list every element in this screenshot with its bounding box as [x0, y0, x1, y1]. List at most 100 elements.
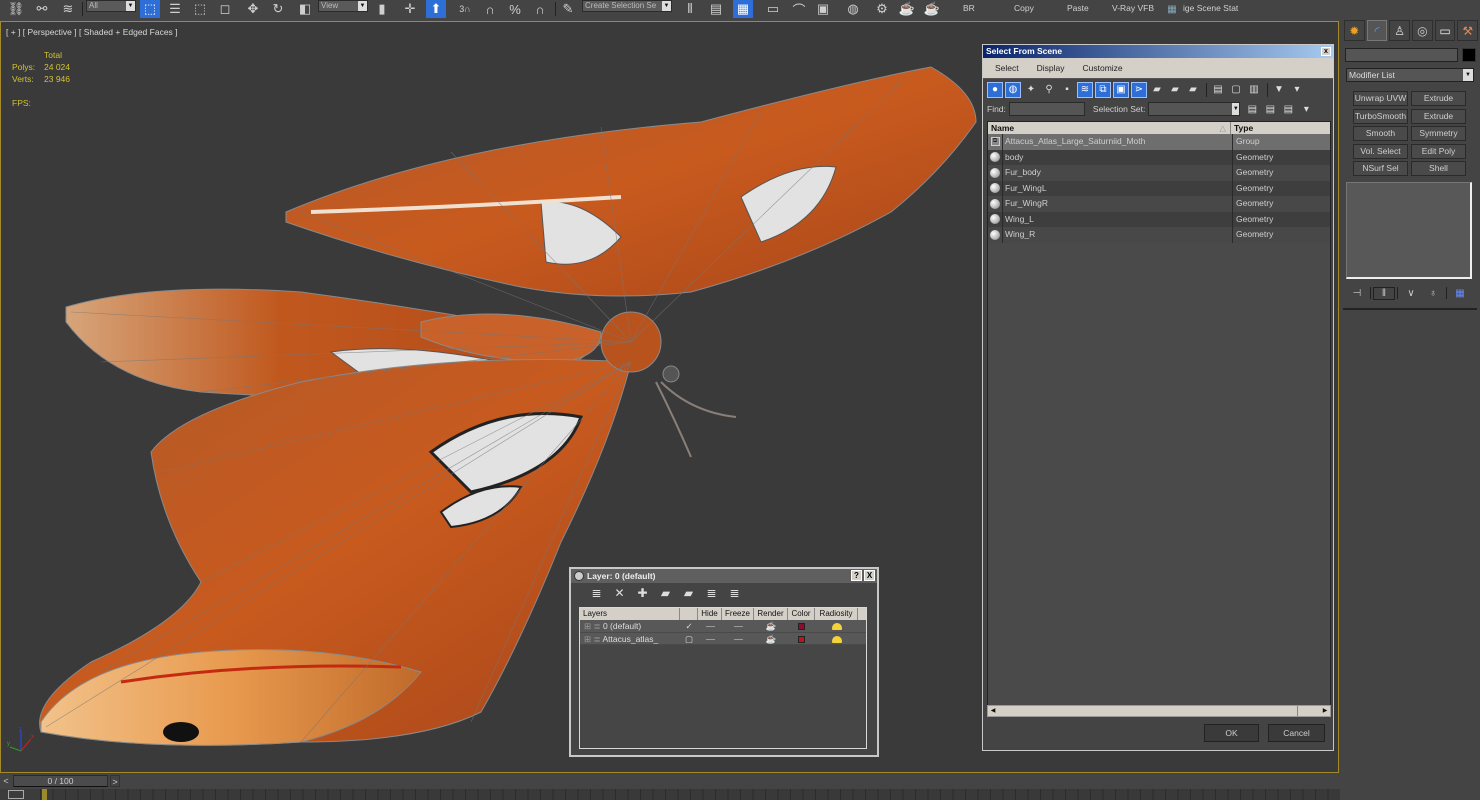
manage-scene-states-button[interactable]: ige Scene Stat	[1183, 3, 1238, 13]
track-bar[interactable]	[0, 789, 1340, 800]
display-hidden-icon[interactable]: ▰	[1185, 82, 1201, 98]
create-selection-set-icon[interactable]: ▤	[1244, 101, 1260, 117]
modifier-stack[interactable]	[1346, 182, 1472, 279]
add-to-selection-set-icon[interactable]: ▤	[1262, 101, 1278, 117]
select-all-icon[interactable]: ▤	[1210, 82, 1226, 98]
open-mini-curve-editor-icon[interactable]	[8, 790, 24, 799]
list-item[interactable]: Wing_R Geometry	[988, 227, 1330, 243]
menu-customize[interactable]: Customize	[1083, 63, 1123, 73]
object-color-swatch[interactable]	[1462, 48, 1476, 62]
list-item[interactable]: Wing_L Geometry	[988, 211, 1330, 227]
layer-row[interactable]: ⊞ ≣ Attacus_atlas_ ▢ ☕	[580, 632, 866, 645]
modifier-button-smooth[interactable]: Smooth	[1353, 126, 1408, 141]
modifier-button-vol-select[interactable]: Vol. Select	[1353, 143, 1408, 159]
select-none-icon[interactable]: ▢	[1228, 82, 1244, 98]
window-crossing-icon[interactable]: ◻	[215, 0, 235, 18]
layer-row[interactable]: ⊞ ≣ 0 (default) ✓ ☕	[580, 620, 866, 633]
display-groups-icon[interactable]: ⧉	[1095, 81, 1111, 98]
modifier-list-dropdown[interactable]: Modifier List ▼	[1346, 68, 1474, 82]
render-toggle[interactable]: ☕	[754, 633, 788, 645]
scroll-left-icon[interactable]: ◀	[988, 706, 998, 716]
rectangular-selection-icon[interactable]: ⬚	[190, 0, 210, 18]
layer-color-swatch[interactable]	[788, 633, 815, 645]
modifier-button-unwrap-uvw[interactable]: Unwrap UVW	[1353, 91, 1408, 106]
menu-display[interactable]: Display	[1037, 63, 1065, 73]
make-unique-icon[interactable]: ∨	[1400, 288, 1422, 299]
next-frame-button[interactable]: >	[110, 775, 120, 787]
current-layer-toggle[interactable]: ✓	[680, 620, 698, 632]
hide-all-layers-icon[interactable]: ≣	[700, 586, 723, 600]
column-current[interactable]	[680, 608, 698, 620]
modifier-button-extrude[interactable]: Extrude	[1411, 108, 1466, 124]
hide-toggle[interactable]	[698, 633, 722, 645]
expand-layer-icon[interactable]: ⊞ ≣	[584, 621, 603, 631]
select-invert-icon[interactable]: ▥	[1246, 82, 1262, 98]
move-icon[interactable]: ✥	[243, 0, 263, 18]
object-name-field[interactable]	[1345, 48, 1458, 62]
render-production-icon[interactable]: ☕	[922, 0, 942, 18]
modifier-button-nsurf-sel[interactable]: NSurf Sel	[1353, 161, 1408, 176]
column-hide[interactable]: Hide	[698, 608, 722, 620]
named-selection-sets-dropdown[interactable]: Create Selection Se ▼	[582, 0, 672, 12]
layer-name[interactable]: ⊞ ≣ Attacus_atlas_	[580, 633, 680, 645]
add-to-layer-icon[interactable]: ✚	[631, 586, 654, 600]
select-in-layer-icon[interactable]: ▰	[654, 586, 677, 600]
vray-vfb-button[interactable]: V-Ray VFB	[1112, 3, 1154, 13]
display-spacewarps-icon[interactable]: ≋	[1077, 81, 1093, 98]
scale-icon[interactable]: ◧	[295, 0, 315, 18]
rotate-icon[interactable]: ↻	[268, 0, 288, 18]
spinner-snap-icon[interactable]: ∩	[530, 0, 550, 18]
find-input[interactable]	[1008, 102, 1085, 116]
edit-named-selection-icon[interactable]: ✎	[558, 0, 578, 18]
modifier-button-edit-poly[interactable]: Edit Poly	[1411, 143, 1466, 159]
display-cameras-icon[interactable]: ⚲	[1041, 82, 1057, 98]
paste-button[interactable]: Paste	[1067, 3, 1089, 13]
modify-icon[interactable]: ◜	[1366, 20, 1388, 41]
column-render[interactable]: Render	[754, 608, 788, 620]
modifier-button-turbosmooth[interactable]: TurboSmooth	[1353, 108, 1408, 124]
column-freeze[interactable]: Freeze	[722, 608, 754, 620]
hide-toggle[interactable]	[698, 620, 722, 632]
select-manipulate-icon[interactable]: ✛	[400, 0, 420, 18]
close-button[interactable]: X	[864, 570, 875, 581]
menu-select[interactable]: Select	[995, 63, 1019, 73]
material-editor-icon[interactable]: ◍	[843, 0, 863, 18]
modifier-button-extrude[interactable]: Extrude	[1411, 91, 1466, 106]
scene-explorer-icon[interactable]: ▭	[763, 0, 783, 18]
remove-from-selection-set-icon[interactable]: ▤	[1280, 101, 1296, 117]
highlight-selected-layer-icon[interactable]: ▰	[677, 586, 700, 600]
utilities-icon[interactable]: ⚒	[1457, 20, 1479, 41]
help-button[interactable]: ?	[851, 570, 862, 581]
create-new-layer-icon[interactable]: ≣	[585, 586, 608, 600]
display-icon[interactable]: ▭	[1434, 20, 1456, 41]
viewport-label[interactable]: [ + ] [ Perspective ] [ Shaded + Edged F…	[6, 27, 178, 37]
reference-coordinate-dropdown[interactable]: View ▼	[318, 0, 368, 12]
list-item[interactable]: Fur_WingR Geometry	[988, 196, 1330, 212]
track-bar-ticks[interactable]	[40, 789, 1340, 800]
display-geometry-icon[interactable]: ●	[987, 81, 1003, 98]
selection-filter-dropdown[interactable]: All ▼	[86, 0, 136, 12]
dialog-title-bar[interactable]: Layer: 0 (default) ? X	[571, 569, 877, 583]
dialog-title-bar[interactable]: Select From Scene x	[983, 45, 1333, 58]
delete-layer-icon[interactable]: ✕	[608, 586, 631, 600]
filter-options-icon[interactable]: ▾	[1289, 82, 1305, 98]
column-radiosity[interactable]: Radiosity	[815, 608, 858, 620]
pin-stack-icon[interactable]: ⊣	[1346, 288, 1368, 299]
schematic-view-icon[interactable]: ▣	[813, 0, 833, 18]
display-lights-icon[interactable]: ✦	[1023, 82, 1039, 98]
display-frozen-icon[interactable]: ▰	[1167, 82, 1183, 98]
display-helpers-icon[interactable]: ▪	[1059, 82, 1075, 98]
curve-editor-icon[interactable]: ⌒	[789, 0, 809, 18]
bind-space-warp-icon[interactable]: ≋	[58, 0, 78, 18]
display-bones-icon[interactable]: ⋗	[1131, 81, 1147, 98]
column-layers[interactable]: Layers	[580, 608, 680, 620]
previous-frame-button[interactable]: <	[1, 775, 11, 787]
select-by-name-icon[interactable]: ☰	[165, 0, 185, 18]
keyboard-shortcut-override-icon[interactable]: ⬆	[426, 0, 446, 18]
percent-snap-icon[interactable]: %	[505, 0, 525, 18]
render-setup-icon[interactable]: ⚙	[872, 0, 892, 18]
close-button[interactable]: x	[1321, 47, 1331, 56]
list-item[interactable]: ⧉ Attacus_Atlas_Large_Saturniid_Moth Group	[988, 134, 1330, 150]
render-toggle[interactable]: ☕	[754, 620, 788, 632]
list-item[interactable]: body Geometry	[988, 149, 1330, 165]
